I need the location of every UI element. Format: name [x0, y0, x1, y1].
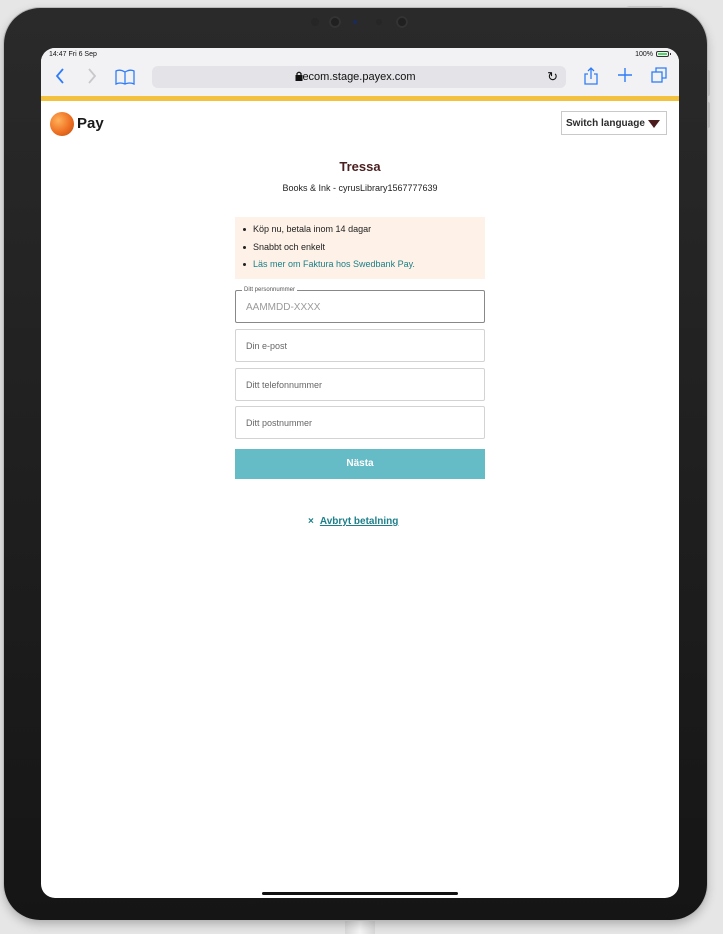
phone-placeholder: Ditt telefonnummer [246, 380, 323, 390]
info-bullet-text: Köp nu, betala inom 14 dagar [253, 224, 372, 234]
info-bullet: Snabbt och enkelt [243, 242, 325, 252]
close-icon: × [308, 516, 314, 527]
tablet-frame: 14:47 Fri 6 Sep 100% ecom.stage.payex.co… [4, 8, 707, 920]
share-icon[interactable] [584, 67, 598, 89]
email-placeholder: Din e-post [246, 341, 288, 351]
postal-code-placeholder: Ditt postnummer [246, 418, 313, 428]
phone-field[interactable]: Ditt telefonnummer [235, 368, 485, 401]
switch-language-button[interactable]: Switch language [561, 111, 667, 135]
accent-bar [41, 96, 679, 101]
bullet-icon [243, 263, 246, 267]
sensor [311, 18, 319, 26]
merchant-name: Tressa [339, 159, 381, 174]
postal-code-field[interactable]: Ditt postnummer [235, 406, 485, 439]
bookmarks-icon[interactable] [115, 69, 135, 89]
home-indicator[interactable] [262, 892, 458, 895]
browser-toolbar: ecom.stage.payex.com ↻ [41, 62, 679, 96]
faktura-info-link[interactable]: Läs mer om Faktura hos Swedbank Pay. [253, 259, 415, 269]
bullet-icon [243, 228, 246, 232]
personnummer-label: Ditt personnummer [242, 287, 298, 293]
email-field[interactable]: Din e-post [235, 329, 485, 362]
lock-icon [295, 71, 303, 83]
sensor [376, 19, 382, 25]
forward-icon[interactable] [87, 68, 97, 88]
personnummer-field[interactable]: Ditt personnummer AAMMDD-XXXX [235, 287, 485, 323]
back-icon[interactable] [55, 68, 65, 88]
screen: 14:47 Fri 6 Sep 100% ecom.stage.payex.co… [41, 48, 679, 898]
sensor [353, 20, 357, 24]
battery-percentage: 100% [635, 51, 653, 58]
personnummer-placeholder: AAMMDD-XXXX [246, 302, 321, 313]
merchant-subtitle: Books & Ink - cyrusLibrary1567777639 [282, 183, 438, 193]
info-link[interactable]: Läs mer om Faktura hos Swedbank Pay. [243, 259, 415, 269]
cancel-payment-link[interactable]: × Avbryt betalning [308, 516, 398, 527]
info-box: Köp nu, betala inom 14 dagar Snabbt och … [235, 217, 485, 279]
new-tab-icon[interactable] [617, 67, 633, 87]
status-time: 14:47 Fri 6 Sep [49, 51, 97, 58]
cancel-payment-label[interactable]: Avbryt betalning [320, 516, 399, 527]
address-bar[interactable]: ecom.stage.payex.com ↻ [152, 66, 566, 88]
switch-language-label: Switch language [566, 118, 645, 129]
bullet-icon [243, 246, 246, 250]
front-camera [329, 16, 341, 28]
caret-down-icon [648, 120, 660, 128]
next-button[interactable]: Nästa [235, 449, 485, 479]
swedbank-logo-icon [50, 112, 74, 136]
url-text: ecom.stage.payex.com [302, 71, 416, 83]
battery-icon [656, 51, 671, 57]
info-bullet-text: Snabbt och enkelt [253, 242, 326, 252]
status-bar: 14:47 Fri 6 Sep 100% [41, 48, 679, 62]
tabs-icon[interactable] [651, 67, 667, 87]
reload-icon[interactable]: ↻ [547, 69, 558, 85]
info-bullet: Köp nu, betala inom 14 dagar [243, 224, 371, 234]
brand-name: Pay [77, 115, 104, 132]
front-camera [396, 16, 408, 28]
